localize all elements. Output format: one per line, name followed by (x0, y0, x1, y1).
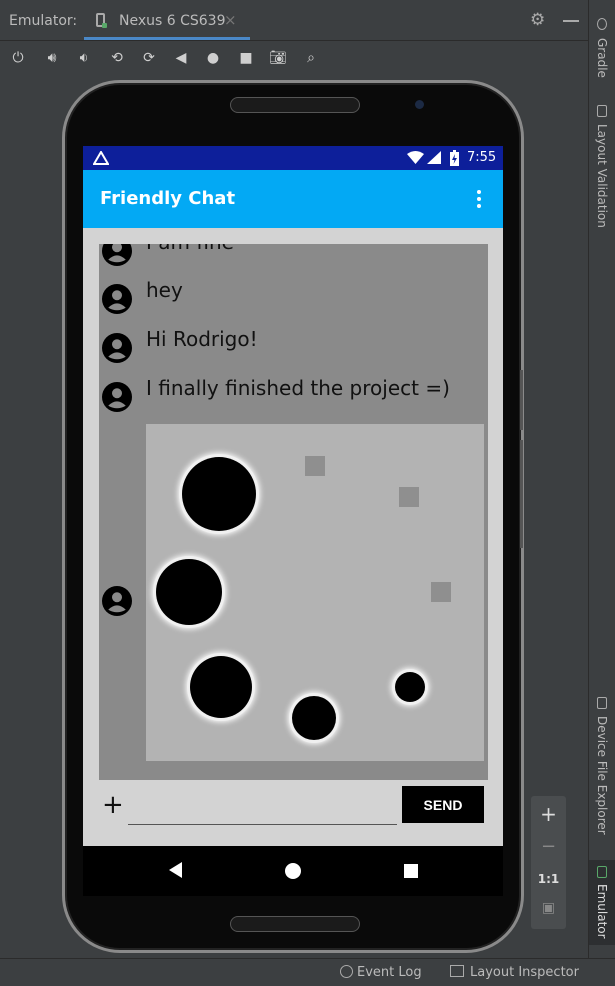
nav-home-icon[interactable] (285, 863, 301, 879)
image-blob (395, 672, 425, 702)
zoom-controls: + − 1:1 ▣ (531, 796, 566, 929)
gear-icon[interactable]: ⚙ (530, 10, 545, 30)
message-list[interactable]: I am fine hey Hi Rodrigo! I finally fini… (99, 244, 488, 780)
layout-inspector-icon (450, 965, 464, 977)
app-title: Friendly Chat (100, 188, 236, 209)
emulator-toolbar: ⏻ 🔊︎ 🔉︎ ⟲ ⟳ ◀ ● ■ 📷︎ ⌕ (0, 41, 588, 75)
layout-validation-icon (597, 105, 607, 117)
close-icon[interactable]: × (224, 11, 237, 29)
nav-recents-icon[interactable] (404, 864, 418, 878)
wifi-icon (407, 151, 424, 164)
tab-device[interactable]: Nexus 6 CS639 × (84, 4, 250, 40)
phone-power-button (520, 370, 523, 430)
layout-inspector-link[interactable]: Layout Inspector (450, 965, 579, 980)
tab-gradle-label: Gradle (595, 38, 609, 78)
app-toolbar: Friendly Chat (83, 170, 503, 228)
device-file-explorer-icon (597, 697, 607, 709)
rotate-left-icon[interactable]: ⟲ (107, 48, 127, 68)
running-indicator-icon (102, 23, 107, 28)
tab-device-file-explorer[interactable]: Device File Explorer (589, 692, 615, 837)
image-blob (182, 457, 256, 531)
tab-device-file-explorer-label: Device File Explorer (595, 716, 609, 835)
android-nav-bar (83, 846, 503, 896)
tab-layout-validation-label: Layout Validation (595, 124, 609, 228)
image-square (305, 456, 325, 476)
gradle-icon (597, 18, 607, 30)
message-input-bar: + SEND (83, 780, 503, 846)
tab-device-label: Nexus 6 CS639 (119, 13, 226, 29)
tab-emulator[interactable]: Emulator (589, 860, 615, 945)
clock: 7:55 (467, 150, 497, 165)
overview-icon[interactable]: ■ (236, 48, 256, 68)
phone-volume-button (520, 440, 523, 548)
signal-icon (427, 151, 441, 164)
volume-down-icon[interactable]: 🔉︎ (74, 48, 94, 68)
zoom-in-button[interactable]: + (531, 802, 566, 826)
message-input[interactable] (128, 792, 397, 825)
nav-back-icon[interactable] (169, 862, 182, 878)
front-camera (415, 100, 424, 109)
image-square (431, 582, 451, 602)
right-tool-strip: Gradle Layout Validation Device File Exp… (588, 0, 615, 958)
message-image[interactable] (146, 424, 484, 761)
layout-inspector-label: Layout Inspector (470, 965, 579, 980)
android-status-bar: 7:55 (83, 146, 503, 170)
emulator-icon (597, 866, 607, 878)
image-blob (156, 559, 222, 625)
device-screen: 7:55 Friendly Chat I am fine hey Hi Rodr… (83, 146, 503, 846)
send-button[interactable]: SEND (402, 786, 484, 823)
overflow-menu-icon[interactable] (477, 190, 481, 211)
zoom-out-button[interactable]: − (531, 836, 566, 857)
power-icon[interactable]: ⏻ (8, 48, 28, 68)
zoom-fit-icon[interactable]: ▣ (531, 900, 566, 916)
add-image-button[interactable]: + (102, 790, 124, 820)
rotate-right-icon[interactable]: ⟳ (139, 48, 159, 68)
event-log-link[interactable]: Event Log (340, 965, 422, 980)
event-log-icon (340, 965, 353, 978)
image-blob (190, 656, 252, 718)
ide-status-bar: Event Log Layout Inspector (0, 958, 615, 986)
zoom-icon[interactable]: ⌕ (301, 48, 321, 68)
tab-gradle[interactable]: Gradle (589, 8, 615, 88)
avatar-icon (102, 586, 132, 616)
volume-up-icon[interactable]: 🔊︎ (42, 48, 62, 68)
minimize-icon[interactable] (563, 20, 579, 22)
emulator-label: Emulator: (9, 13, 78, 29)
top-speaker (230, 97, 360, 113)
screenshot-icon[interactable]: 📷︎ (268, 48, 288, 68)
list-item-image (99, 244, 488, 780)
battery-icon (450, 150, 459, 166)
zoom-actual-size-button[interactable]: 1:1 (531, 872, 566, 886)
image-blob (292, 696, 336, 740)
back-icon[interactable]: ◀ (171, 48, 191, 68)
home-icon[interactable]: ● (203, 48, 223, 68)
image-square (399, 487, 419, 507)
event-log-label: Event Log (357, 965, 422, 980)
tab-layout-validation[interactable]: Layout Validation (589, 100, 615, 230)
tab-emulator-label: Emulator (595, 884, 609, 939)
emulator-title-bar: Emulator: Nexus 6 CS639 × ⚙ (0, 0, 588, 41)
bottom-speaker (230, 916, 360, 932)
drive-icon (93, 151, 109, 165)
